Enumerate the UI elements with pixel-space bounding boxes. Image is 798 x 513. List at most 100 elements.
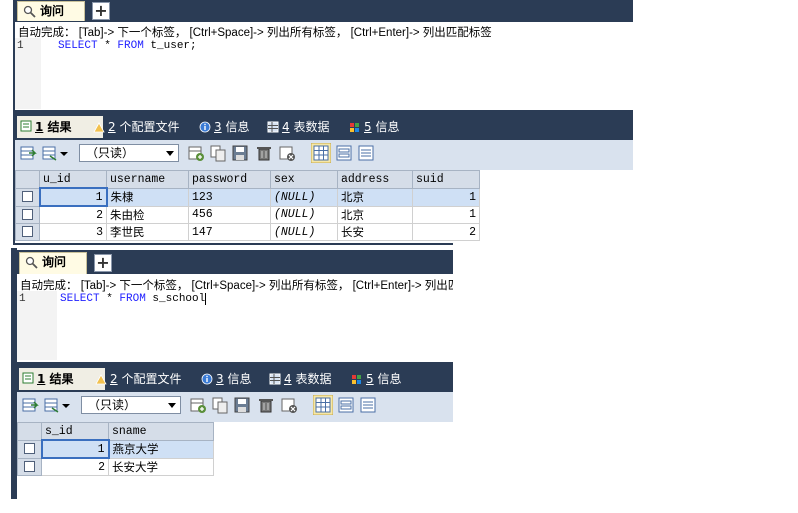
cancel-icon[interactable] xyxy=(280,396,298,414)
form-view-icon[interactable] xyxy=(335,144,353,162)
import-icon[interactable] xyxy=(41,144,59,162)
sql-keyword-from: FROM xyxy=(119,293,146,305)
tab-result-num: 1 xyxy=(37,372,46,386)
tab-table-data[interactable]: 4 表数据 xyxy=(266,369,331,389)
result-grid-1: u_id username password sex address suid … xyxy=(15,170,480,241)
row-checkbox[interactable] xyxy=(15,187,40,207)
table-row[interactable]: 2 长安大学 xyxy=(17,457,214,476)
table-cell[interactable]: 朱由检 xyxy=(106,205,189,224)
row-checkbox[interactable] xyxy=(17,457,42,476)
table-cell[interactable]: 1 xyxy=(38,187,108,207)
tab-table-data-label: 表数据 xyxy=(295,372,332,386)
save-icon[interactable] xyxy=(233,396,251,414)
result-icon xyxy=(22,372,34,384)
tab-table-data-num: 4 xyxy=(282,120,290,134)
tab-table-data[interactable]: 4 表数据 xyxy=(264,117,329,137)
checkbox-icon xyxy=(24,460,35,472)
chevron-down-icon[interactable] xyxy=(61,396,71,414)
add-tab-button[interactable]: + xyxy=(92,2,110,20)
column-header[interactable]: suid xyxy=(412,170,480,189)
query-tab[interactable]: 询问 xyxy=(17,1,85,21)
sql-editor[interactable]: SELECT * FROM s_school xyxy=(60,293,207,305)
panel-divider xyxy=(15,243,453,245)
profile-icon xyxy=(93,122,105,133)
tab-profile[interactable]: 2 个配置文件 xyxy=(90,117,179,137)
row-checkbox[interactable] xyxy=(17,439,42,459)
tab-info-num: 3 xyxy=(216,372,224,386)
table-cell[interactable]: 李世民 xyxy=(106,223,189,241)
table-cell[interactable]: 长安 xyxy=(337,223,413,241)
table-cell[interactable]: 1 xyxy=(40,439,110,459)
column-header[interactable]: username xyxy=(106,170,189,189)
tab-info-2-num: 5 xyxy=(364,120,372,134)
cancel-icon[interactable] xyxy=(278,144,296,162)
table-cell[interactable]: 1 xyxy=(412,187,480,207)
autocomplete-hint: 自动完成： [Tab]-> 下一个标签， [Ctrl+Space]-> 列出所有… xyxy=(20,280,453,292)
row-checkbox[interactable] xyxy=(15,223,40,241)
mode-select[interactable]: （只读） xyxy=(81,396,181,414)
grid-view-icon[interactable] xyxy=(313,395,333,415)
duplicate-row-icon[interactable] xyxy=(211,396,229,414)
tab-profile-num: 2 xyxy=(110,372,118,386)
table-cell[interactable]: (NULL) xyxy=(270,205,338,224)
export-icon[interactable] xyxy=(21,396,39,414)
table-cell[interactable]: 147 xyxy=(188,223,271,241)
add-row-icon[interactable] xyxy=(189,396,207,414)
table-cell[interactable]: (NULL) xyxy=(270,187,338,207)
table-cell[interactable]: 北京 xyxy=(337,205,413,224)
duplicate-row-icon[interactable] xyxy=(209,144,227,162)
tab-result-label: 结果 xyxy=(49,372,74,386)
delete-icon[interactable] xyxy=(257,396,275,414)
table-cell[interactable]: 456 xyxy=(188,205,271,224)
save-icon[interactable] xyxy=(231,144,249,162)
column-header[interactable]: s_id xyxy=(41,422,109,441)
row-checkbox[interactable] xyxy=(15,205,40,224)
table-row[interactable]: 1 朱棣 123 (NULL) 北京 1 xyxy=(15,187,480,207)
column-header[interactable]: address xyxy=(337,170,413,189)
add-row-icon[interactable] xyxy=(187,144,205,162)
query-icon xyxy=(25,256,38,269)
table-cell[interactable]: (NULL) xyxy=(270,223,338,241)
column-header[interactable]: password xyxy=(188,170,271,189)
column-header[interactable]: sex xyxy=(270,170,338,189)
table-row[interactable]: 1 燕京大学 xyxy=(17,439,214,459)
sql-star: * xyxy=(99,293,120,305)
table-cell[interactable]: 长安大学 xyxy=(108,457,214,476)
table-cell[interactable]: 2 xyxy=(412,223,480,241)
table-cell[interactable]: 北京 xyxy=(337,187,413,207)
export-icon[interactable] xyxy=(19,144,37,162)
mode-select-value: （只读） xyxy=(88,398,137,412)
sql-editor[interactable]: SELECT * FROM t_user; xyxy=(58,40,197,52)
add-tab-button[interactable]: + xyxy=(94,254,112,272)
mode-select[interactable]: （只读） xyxy=(79,144,179,162)
table-cell[interactable]: 2 xyxy=(39,205,107,224)
form-view-icon[interactable] xyxy=(337,396,355,414)
grid-view-icon[interactable] xyxy=(311,143,331,163)
table-cell[interactable]: 3 xyxy=(39,223,107,241)
table-cell[interactable]: 1 xyxy=(412,205,480,224)
table-row[interactable]: 3 李世民 147 (NULL) 长安 2 xyxy=(15,223,480,241)
text-view-icon[interactable] xyxy=(357,144,375,162)
table-cell[interactable]: 2 xyxy=(41,457,109,476)
sql-table-name: t_user; xyxy=(143,40,197,52)
tab-info-2-label: 信息 xyxy=(377,372,402,386)
delete-icon[interactable] xyxy=(255,144,273,162)
text-view-icon[interactable] xyxy=(359,396,377,414)
query-tab[interactable]: 询问 xyxy=(19,252,87,274)
tab-profile[interactable]: 2 个配置文件 xyxy=(92,369,181,389)
tab-profile-label: 个配置文件 xyxy=(121,372,182,386)
row-header-corner xyxy=(17,422,42,441)
table-cell[interactable]: 123 xyxy=(188,187,271,207)
column-header[interactable]: u_id xyxy=(39,170,107,189)
table-cell[interactable]: 燕京大学 xyxy=(108,439,214,459)
column-header[interactable]: sname xyxy=(108,422,214,441)
table-cell[interactable]: 朱棣 xyxy=(106,187,189,207)
import-icon[interactable] xyxy=(43,396,61,414)
chevron-down-icon[interactable] xyxy=(59,144,69,162)
tab-info[interactable]: 3 信息 xyxy=(196,117,249,137)
tab-info-2[interactable]: 5 信息 xyxy=(346,117,399,137)
tab-info[interactable]: 3 信息 xyxy=(198,369,251,389)
checkbox-icon xyxy=(23,442,35,454)
table-row[interactable]: 2 朱由检 456 (NULL) 北京 1 xyxy=(15,205,480,224)
tab-info-2[interactable]: 5 信息 xyxy=(348,369,401,389)
